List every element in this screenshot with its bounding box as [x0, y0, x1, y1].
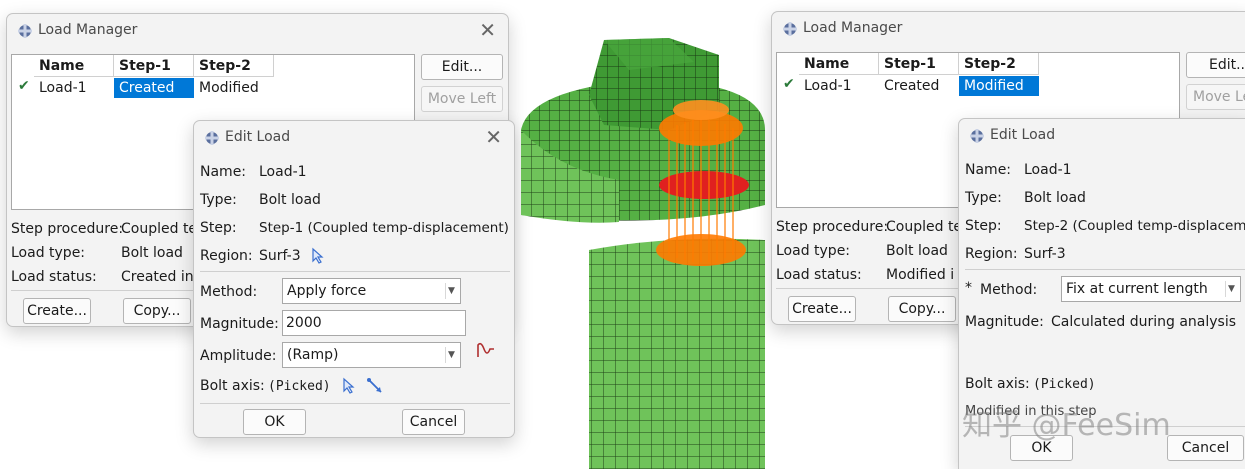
bolt-axis-vector-icon[interactable] — [366, 377, 384, 395]
amplitude-curve-icon[interactable] — [476, 341, 496, 359]
magnitude-label: Magnitude: — [200, 316, 279, 332]
method-selected-value: Apply force — [287, 283, 367, 299]
load-type-value: Bolt load — [121, 245, 183, 261]
bolt-axis-label: Bolt axis: — [965, 376, 1030, 392]
method-selected-value: Fix at current length — [1066, 281, 1208, 297]
left-load-manager-titlebar[interactable]: Load Manager ✕ — [7, 14, 508, 48]
method-combobox[interactable]: Fix at current length ▼ — [1061, 276, 1241, 302]
column-header-step2[interactable]: Step-2 — [194, 55, 274, 77]
step-procedure-label: Step procedure: — [11, 221, 124, 237]
magnitude-label: Magnitude: — [965, 314, 1044, 330]
amplitude-selected-value: (Ramp) — [287, 347, 339, 363]
abaqus-app-icon — [783, 22, 797, 36]
left-edit-load-dialog: Edit Load ✕ Name: Load-1 Type: Bolt load… — [193, 120, 515, 438]
abaqus-app-icon — [205, 131, 219, 145]
right-edit-load-titlebar[interactable]: Edit Load — [959, 119, 1245, 153]
method-combobox[interactable]: Apply force ▼ — [282, 278, 461, 304]
magnitude-value: Calculated during analysis — [1051, 314, 1237, 330]
close-icon[interactable]: ✕ — [479, 18, 496, 42]
left-edit-load-titlebar[interactable]: Edit Load ✕ — [194, 121, 514, 155]
move-left-button[interactable]: Move Left — [421, 86, 503, 112]
modified-marker: * — [965, 280, 972, 296]
cell-step2-status[interactable]: Modified — [194, 78, 274, 98]
edit-button[interactable]: Edit... — [1186, 52, 1245, 78]
column-header-step1[interactable]: Step-1 — [114, 55, 194, 77]
bolt-mesh-viewport[interactable] — [519, 0, 765, 469]
step-procedure-value: Coupled te — [886, 219, 963, 235]
divider — [200, 271, 510, 272]
dialog-title: Edit Load — [225, 129, 291, 145]
close-icon[interactable]: ✕ — [485, 125, 502, 149]
region-label: Region: — [200, 248, 253, 264]
create-button[interactable]: Create... — [23, 298, 91, 324]
active-check-icon: ✔ — [783, 76, 795, 92]
bolt-axis-value: (Picked) — [1033, 377, 1096, 392]
load-type-value: Bolt load — [886, 243, 948, 259]
type-label: Type: — [965, 190, 1002, 206]
copy-button[interactable]: Copy... — [123, 298, 191, 324]
copy-button[interactable]: Copy... — [888, 296, 956, 322]
load-status-label: Load status: — [776, 267, 862, 283]
bolt-axis-value: (Picked) — [268, 379, 331, 394]
chevron-down-icon[interactable]: ▼ — [445, 283, 457, 299]
name-value: Load-1 — [1024, 162, 1072, 178]
column-header-step2[interactable]: Step-2 — [959, 53, 1039, 75]
window-title: Load Manager — [38, 22, 138, 38]
abaqus-app-icon — [970, 129, 984, 143]
amplitude-combobox[interactable]: (Ramp) ▼ — [282, 342, 461, 368]
step-value: Step-1 (Coupled temp-displacement) — [259, 220, 509, 236]
bolt-axis-label: Bolt axis: — [200, 378, 265, 394]
active-check-icon: ✔ — [18, 78, 30, 94]
cell-step1-status[interactable]: Created — [879, 76, 959, 96]
type-label: Type: — [200, 192, 237, 208]
chevron-down-icon[interactable]: ▼ — [1225, 281, 1237, 297]
column-header-name[interactable]: Name — [799, 53, 879, 75]
chevron-down-icon[interactable]: ▼ — [445, 347, 457, 363]
step-procedure-label: Step procedure: — [776, 219, 889, 235]
load-status-value: Created in — [121, 269, 194, 285]
dialog-title: Edit Load — [990, 127, 1056, 143]
load-type-label: Load type: — [11, 245, 86, 261]
edit-button[interactable]: Edit... — [421, 54, 503, 80]
step-label: Step: — [200, 220, 237, 236]
load-status-label: Load status: — [11, 269, 97, 285]
region-value: Surf-3 — [1024, 246, 1066, 262]
amplitude-label: Amplitude: — [200, 348, 277, 364]
cell-load-name[interactable]: Load-1 — [799, 76, 879, 96]
divider — [200, 403, 510, 404]
right-load-manager-titlebar[interactable]: Load Manager — [772, 12, 1245, 46]
region-label: Region: — [965, 246, 1018, 262]
name-label: Name: — [965, 162, 1012, 178]
region-value: Surf-3 — [259, 248, 301, 264]
create-button[interactable]: Create... — [788, 296, 856, 322]
type-value: Bolt load — [259, 192, 321, 208]
ok-button[interactable]: OK — [243, 409, 306, 435]
magnitude-input[interactable]: 2000 — [282, 310, 466, 336]
cancel-button[interactable]: Cancel — [402, 409, 465, 435]
name-value: Load-1 — [259, 164, 307, 180]
abaqus-app-icon — [18, 24, 32, 38]
step-value: Step-2 (Coupled temp-displacem — [1024, 218, 1245, 234]
move-left-button[interactable]: Move Le — [1186, 84, 1245, 110]
watermark: 知乎 @FeeSim — [962, 408, 1171, 443]
cell-step2-status[interactable]: Modified — [959, 76, 1039, 96]
load-status-value: Modified i — [886, 267, 955, 283]
column-header-step1[interactable]: Step-1 — [879, 53, 959, 75]
method-label: Method: — [200, 284, 258, 300]
step-label: Step: — [965, 218, 1002, 234]
step-procedure-value: Coupled te — [121, 221, 198, 237]
column-header-name[interactable]: Name — [34, 55, 114, 77]
bolt-axis-pick-cursor-icon[interactable] — [342, 377, 356, 395]
type-value: Bolt load — [1024, 190, 1086, 206]
cancel-button[interactable]: Cancel — [1167, 435, 1244, 461]
window-title: Load Manager — [803, 20, 903, 36]
cell-load-name[interactable]: Load-1 — [34, 78, 114, 98]
load-type-label: Load type: — [776, 243, 851, 259]
name-label: Name: — [200, 164, 247, 180]
method-label: Method: — [980, 282, 1038, 298]
divider — [965, 269, 1245, 270]
cell-step1-status[interactable]: Created — [114, 78, 194, 98]
region-pick-cursor-icon[interactable] — [311, 247, 325, 265]
